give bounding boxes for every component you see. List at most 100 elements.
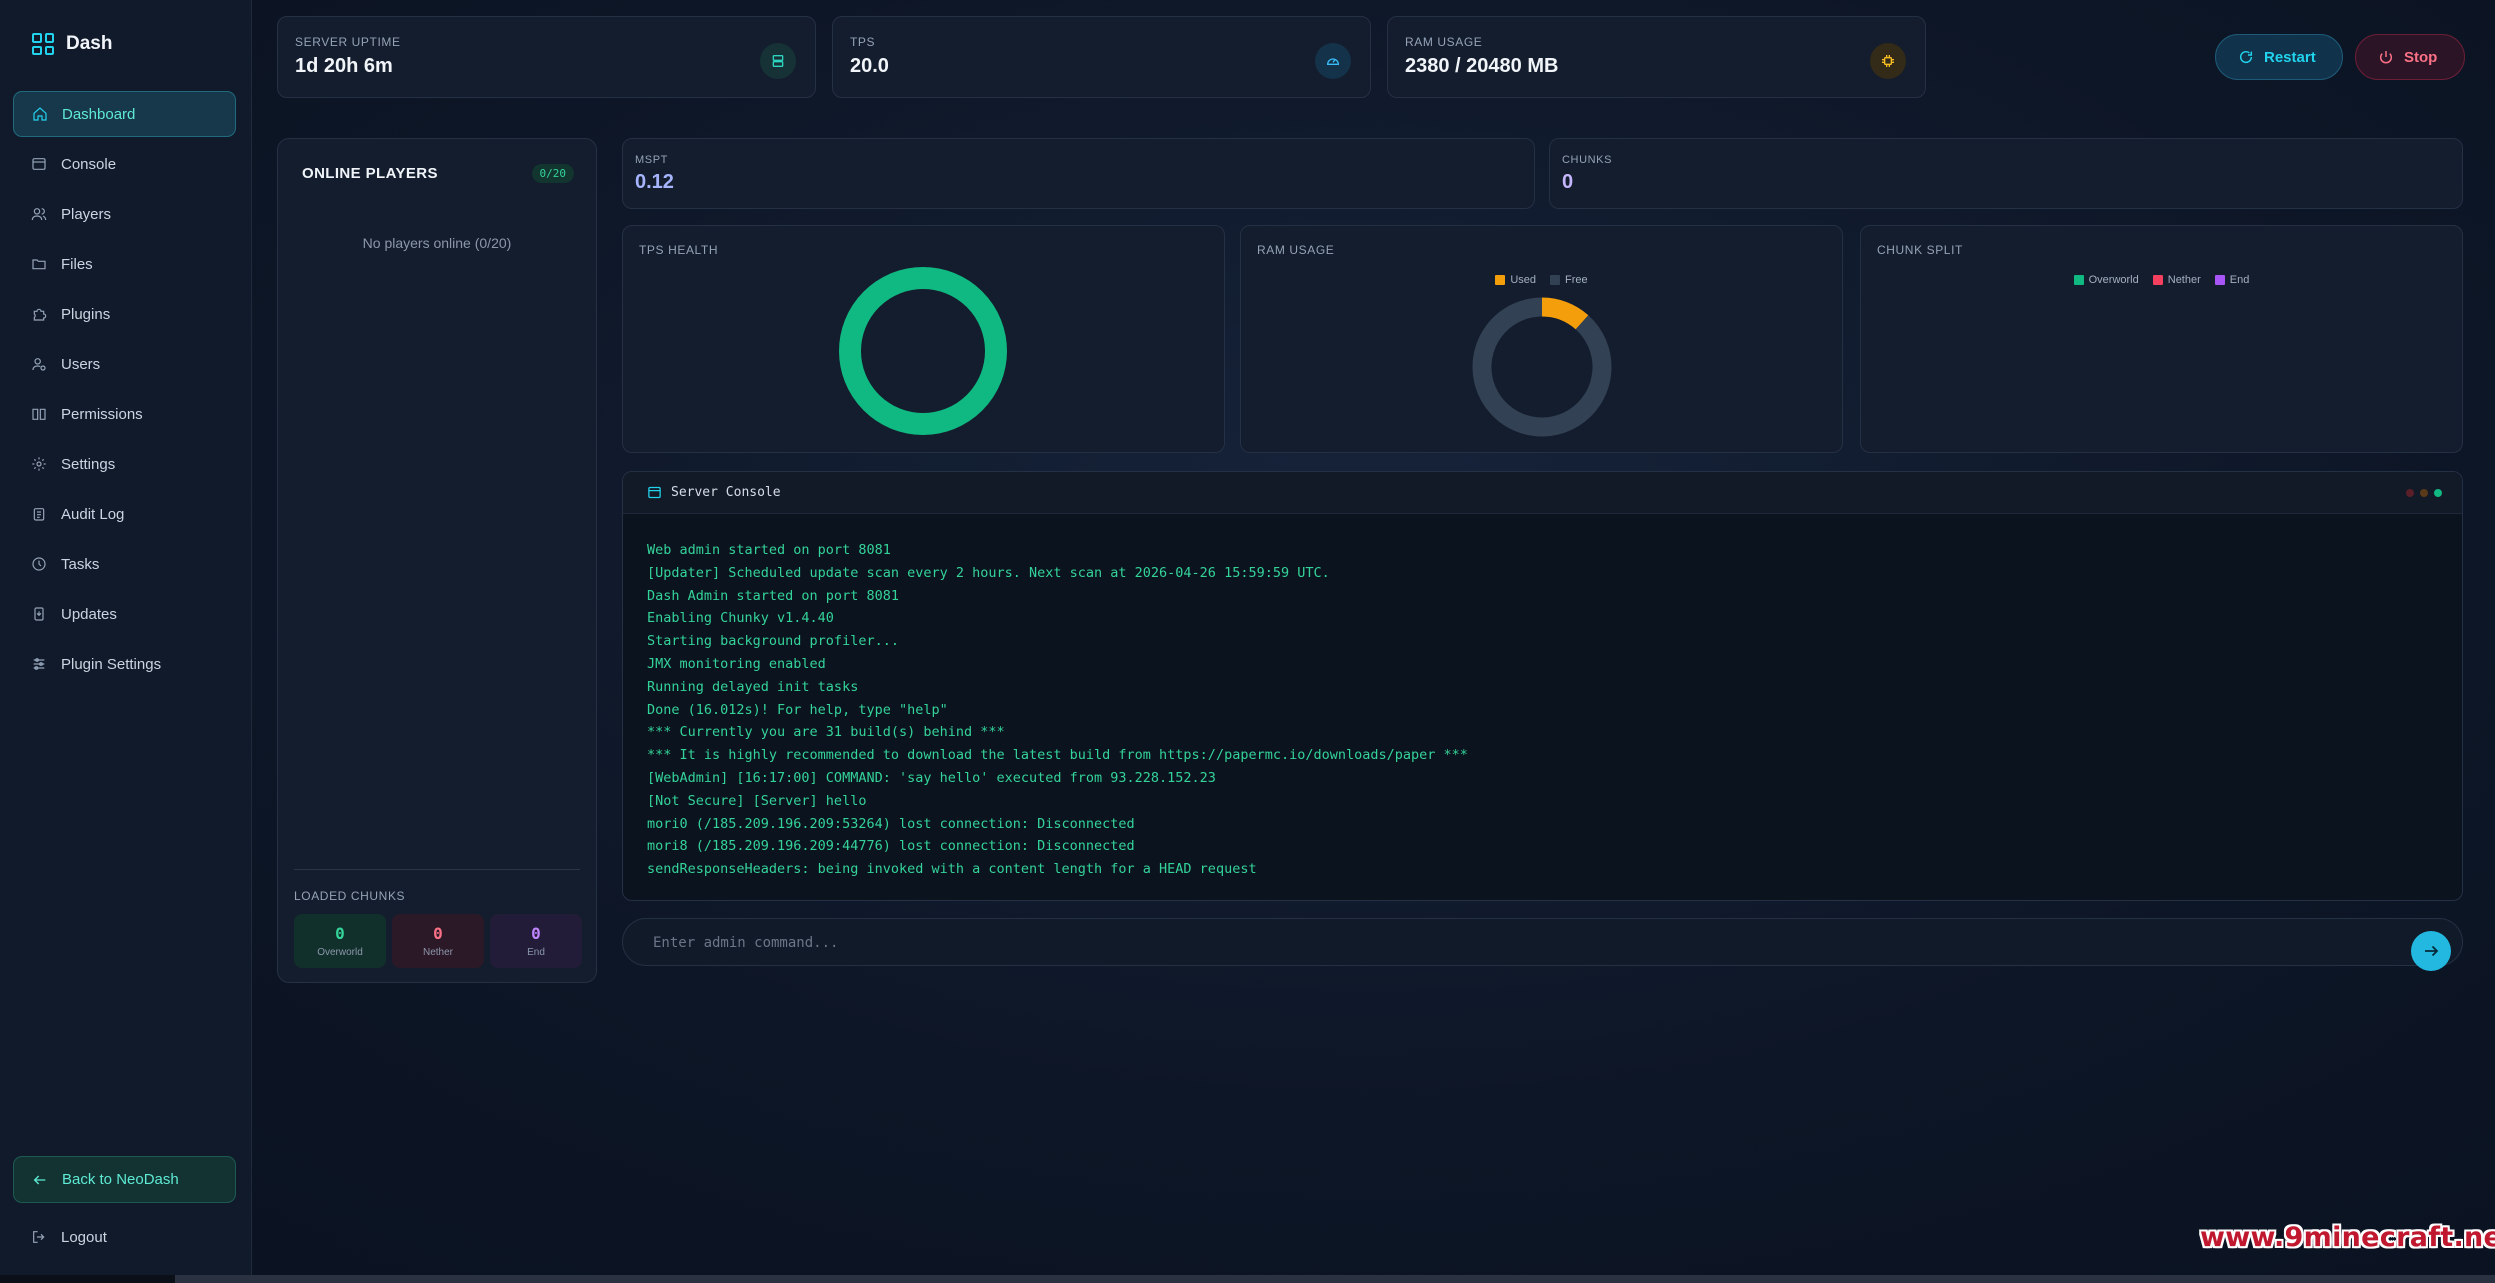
console-line: Starting background profiler... [647, 633, 899, 650]
scroll-bar [175, 1275, 2495, 1283]
gear-icon [32, 457, 46, 471]
sidebar-item-files[interactable]: Files [13, 241, 236, 287]
chunks-value: 0 [1562, 171, 1574, 193]
chunk-overworld-value: 0 [335, 924, 345, 943]
tps-health-donut [839, 267, 1007, 435]
chunk-overworld: 0 Overworld [294, 914, 386, 968]
players-empty-text: No players online (0/20) [362, 235, 512, 251]
console-line: JMX monitoring enabled [647, 655, 826, 672]
terminal-icon [32, 158, 46, 170]
folder-icon [32, 259, 46, 270]
restart-button[interactable]: Restart [2215, 34, 2343, 80]
mspt-card: MSPT 0.12 [622, 138, 1535, 209]
mspt-label: MSPT [635, 154, 668, 166]
brand[interactable]: Dash [32, 33, 112, 55]
stop-label: Stop [2404, 48, 2438, 66]
back-to-neodash-button[interactable]: Back to NeoDash [13, 1156, 236, 1203]
sidebar-item-console[interactable]: Console [13, 141, 236, 187]
home-icon [33, 107, 47, 121]
sidebar-item-tasks[interactable]: Tasks [13, 541, 236, 587]
watermark: www.9minecraft.net [2200, 1222, 2495, 1253]
sidebar-item-label: Plugin Settings [61, 655, 162, 673]
uptime-card: SERVER UPTIME 1d 20h 6m [277, 16, 816, 98]
chunks-label: CHUNKS [1562, 154, 1613, 166]
sidebar-item-plugins[interactable]: Plugins [13, 291, 236, 337]
refresh-icon [2239, 50, 2253, 64]
user-cog-icon [32, 358, 46, 371]
users-icon [31, 208, 47, 221]
clock-icon [32, 557, 46, 571]
clipboard-icon [33, 508, 45, 521]
gauge-icon [1315, 43, 1351, 79]
console-line: Dash Admin started on port 8081 [647, 587, 899, 604]
server-console[interactable]: Server Console Web admin started on port… [622, 471, 2463, 901]
sliders-icon [33, 658, 45, 670]
logout-button[interactable]: Logout [13, 1215, 236, 1259]
ram-label: RAM USAGE [1405, 35, 1483, 49]
sidebar-item-permissions[interactable]: Permissions [13, 391, 236, 437]
console-line: mori8 (/185.209.196.209:44776) lost conn… [647, 838, 1135, 855]
stop-button[interactable]: Stop [2355, 34, 2465, 80]
sidebar-item-settings[interactable]: Settings [13, 441, 236, 487]
dot-green [2434, 489, 2442, 497]
chunk-nether-value: 0 [433, 924, 443, 943]
server-icon [760, 43, 796, 79]
sidebar-item-label: Permissions [61, 405, 143, 423]
console-line: sendResponseHeaders: being invoked with … [647, 861, 1257, 878]
online-players-panel: ONLINE PLAYERS 0/20 No players online (0… [277, 138, 597, 983]
donut-slice-tps [839, 267, 1007, 435]
donut-slice-free [1472, 297, 1612, 437]
divider [294, 869, 580, 870]
tps-health-chart: TPS HEALTH [622, 225, 1225, 453]
window-dots [2406, 489, 2442, 497]
app-name: Dash [66, 33, 113, 54]
console-title-text: Server Console [671, 485, 781, 500]
puzzle-icon [33, 308, 47, 321]
console-line: *** It is highly recommended to download… [647, 747, 1468, 764]
sidebar-item-audit-log[interactable]: Audit Log [13, 491, 236, 537]
chunk-nether-name: Nether [422, 947, 453, 958]
console-line: [Not Secure] [Server] hello [647, 792, 867, 809]
admin-command-input[interactable] [653, 929, 2353, 957]
tps-label: TPS [850, 35, 876, 49]
sidebar-item-updates[interactable]: Updates [13, 591, 236, 637]
console-line: Web admin started on port 8081 [647, 542, 891, 558]
command-bar [622, 918, 2463, 966]
chip-icon [1870, 43, 1906, 79]
ram-card: RAM USAGE 2380 / 20480 MB [1387, 16, 1926, 98]
sidebar-item-label: Settings [61, 455, 116, 473]
sidebar-item-label: Users [61, 355, 101, 373]
ram-usage-donut [1472, 297, 1612, 437]
tps-card: TPS 20.0 [832, 16, 1371, 98]
console-line: Enabling Chunky v1.4.40 [647, 610, 834, 627]
sidebar-item-label: Plugins [61, 305, 111, 323]
chunk-end-value: 0 [531, 924, 541, 943]
sidebar-item-dashboard[interactable]: Dashboard [13, 91, 236, 137]
sidebar-item-players[interactable]: Players [13, 191, 236, 237]
console-line: Done (16.012s)! For help, type "help" [647, 701, 948, 718]
ram-usage-chart: RAM USAGE Used Free [1240, 225, 1843, 453]
sidebar-item-users[interactable]: Users [13, 341, 236, 387]
sidebar-item-label: Console [61, 155, 117, 173]
chunk-end: 0 End [490, 914, 582, 968]
chunk-nether: 0 Nether [392, 914, 484, 968]
chunk-split-donut [1861, 226, 2464, 454]
console-line: *** Currently you are 31 build(s) behind… [647, 724, 1005, 741]
power-icon [2379, 51, 2393, 64]
send-command-button[interactable] [2411, 931, 2451, 971]
chunk-end-name: End [527, 947, 545, 958]
console-header: Server Console [623, 472, 2462, 514]
restart-label: Restart [2264, 48, 2316, 66]
arrow-left-icon [33, 1175, 46, 1184]
sidebar-item-label: Audit Log [61, 505, 125, 523]
dot-red [2406, 489, 2414, 497]
logout-icon [33, 1231, 45, 1243]
loaded-chunks-label: LOADED CHUNKS [294, 889, 406, 903]
tps-value: 20.0 [850, 55, 889, 77]
arrow-right-icon [2425, 945, 2439, 957]
download-icon [34, 607, 44, 621]
sidebar-item-plugin-settings[interactable]: Plugin Settings [13, 641, 236, 687]
online-players-title: ONLINE PLAYERS [302, 165, 438, 182]
terminal-icon [648, 486, 661, 499]
sidebar-item-label: Players [61, 205, 112, 223]
